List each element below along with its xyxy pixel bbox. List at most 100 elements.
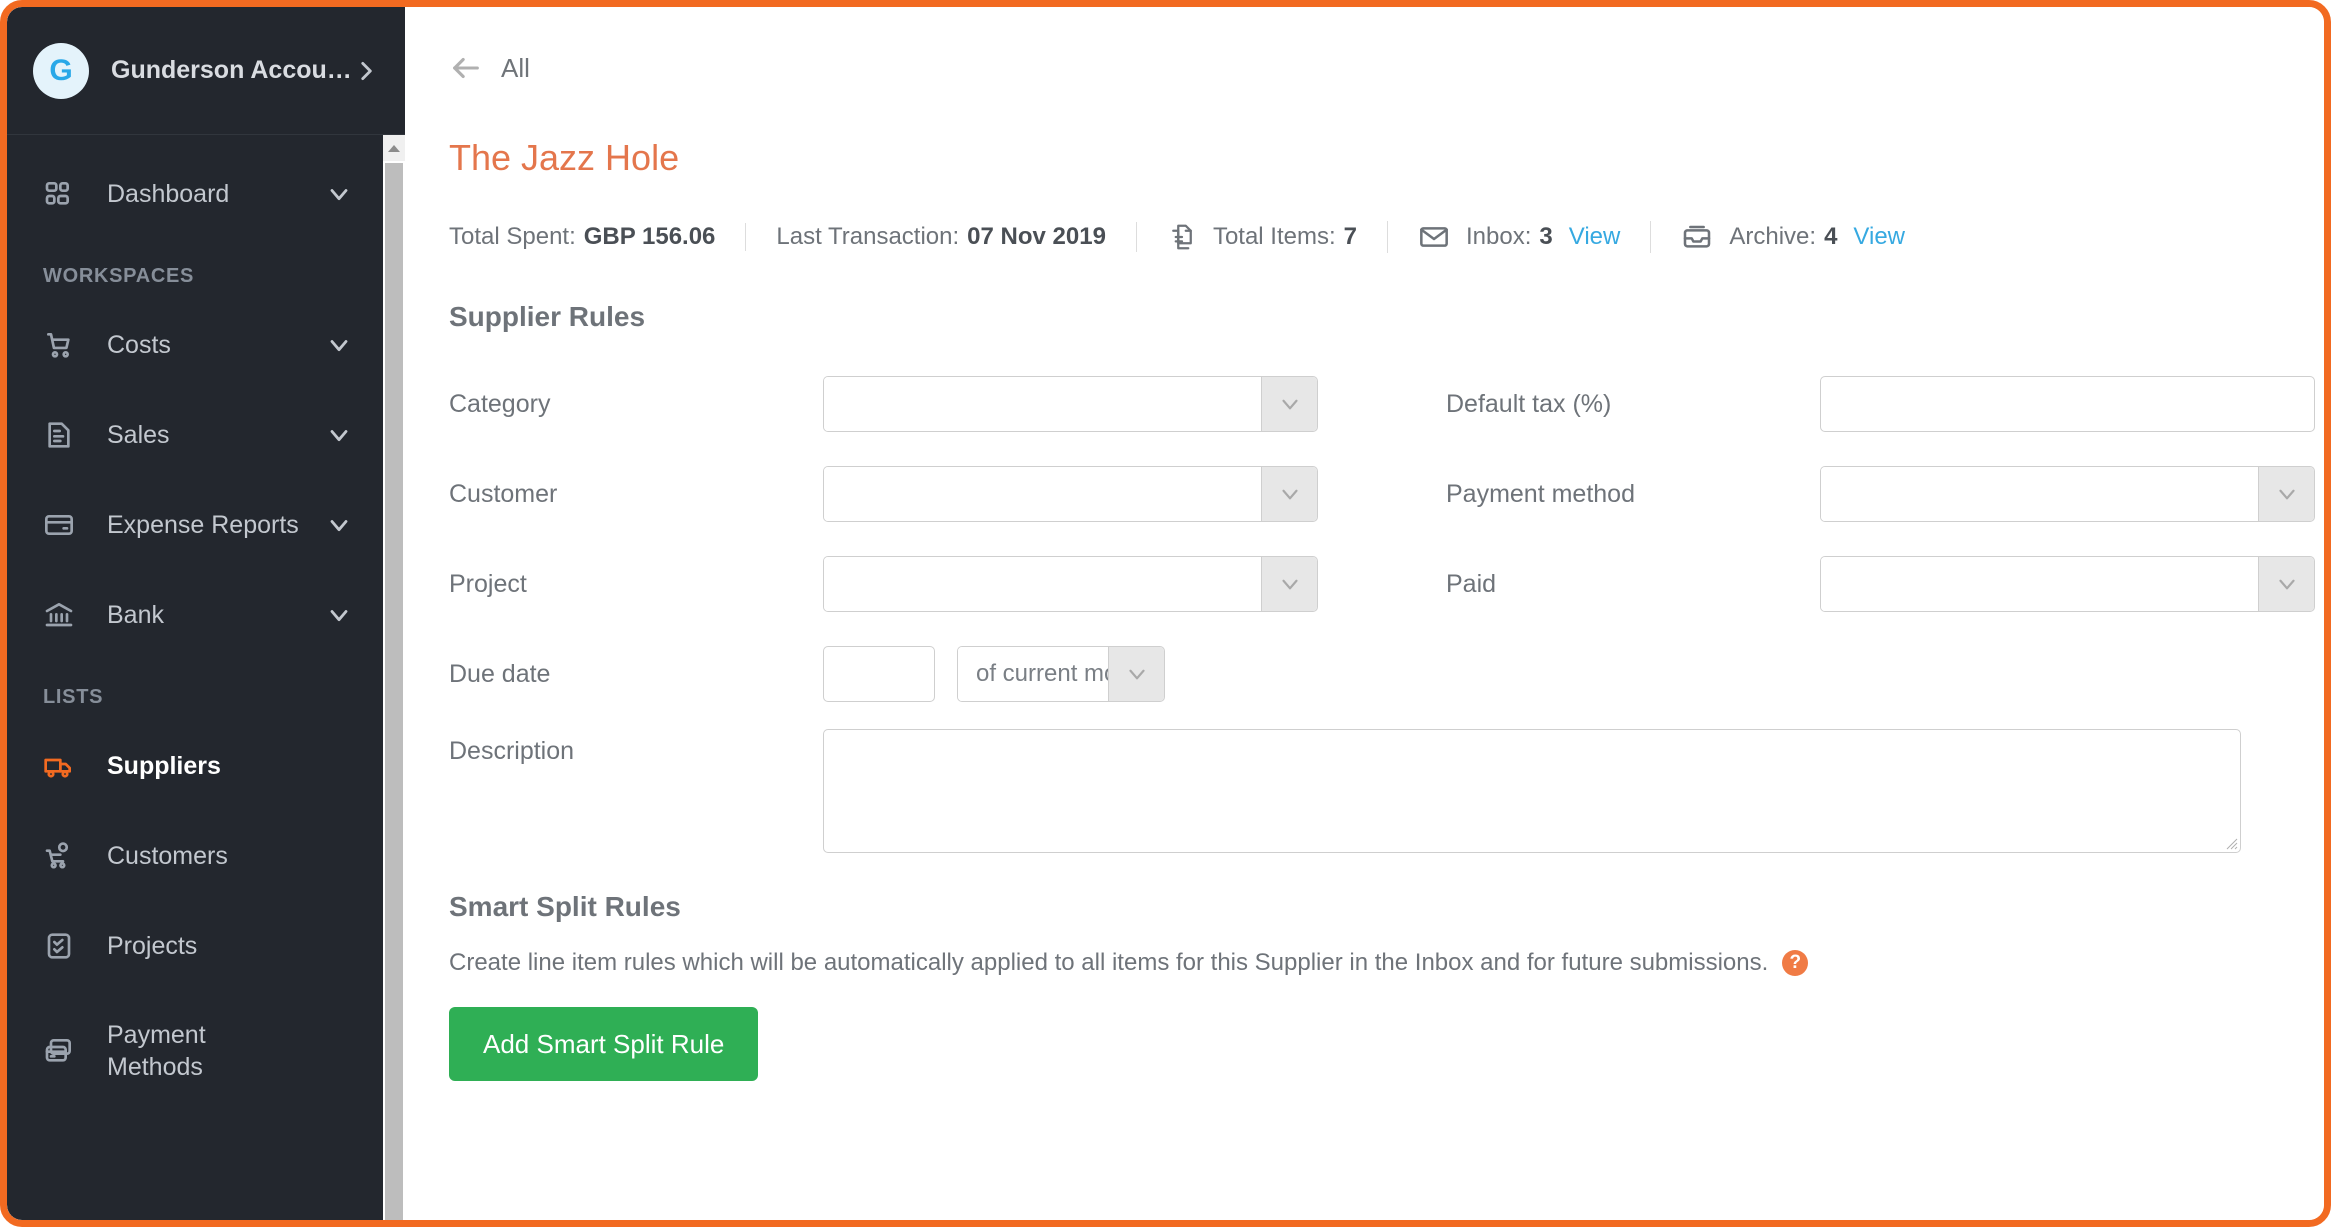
breadcrumb-label: All (501, 52, 530, 83)
sidebar-item-label: Payment Methods (107, 1021, 206, 1081)
resize-handle-icon[interactable] (2222, 834, 2238, 850)
stat-value: GBP 156.06 (583, 223, 716, 250)
sidebar-item-customers[interactable]: Customers (7, 811, 379, 901)
due-date-period-value: of current month (958, 647, 1108, 701)
stat-value: 3 (1539, 223, 1553, 250)
stat-total-spent: Total Spent: GBP 156.06 (449, 223, 745, 251)
payment-method-select-value (1821, 467, 2258, 521)
sidebar-item-label: Suppliers (107, 751, 221, 780)
scrollbar-thumb[interactable] (385, 163, 403, 1220)
chevron-down-icon (2258, 467, 2314, 521)
chevron-right-icon (353, 58, 379, 84)
sidebar-item-label: Dashboard (107, 179, 230, 208)
label-description: Description (449, 737, 575, 765)
org-name: Gunderson Accou… (111, 56, 352, 84)
stat-label: Total Items: (1212, 223, 1336, 250)
category-select[interactable] (823, 376, 1318, 432)
label-paid: Paid (1446, 570, 1497, 598)
sidebar-item-bank[interactable]: Bank (7, 570, 379, 660)
due-date-day-input[interactable] (823, 646, 935, 702)
sidebar-item-suppliers[interactable]: Suppliers (7, 721, 379, 811)
sidebar-item-label: Sales (107, 420, 170, 449)
invoice-document-icon (43, 419, 83, 451)
delivery-truck-icon (43, 750, 83, 782)
chevron-down-icon (1261, 467, 1317, 521)
smart-split-heading: Smart Split Rules (449, 891, 681, 922)
org-switcher[interactable]: G Gunderson Accou… (7, 7, 405, 135)
sidebar-item-label: Projects (107, 931, 198, 960)
label-project: Project (449, 570, 527, 598)
stat-value: 7 (1343, 223, 1358, 250)
clipboard-check-icon (43, 930, 83, 962)
sidebar-item-label: Bank (107, 600, 164, 629)
chevron-down-icon[interactable] (325, 180, 353, 208)
archive-view-link[interactable]: View (1853, 223, 1905, 251)
sidebar-item-label: Expense Reports (107, 510, 299, 539)
default-tax-input[interactable] (1820, 376, 2315, 432)
due-date-period-select[interactable]: of current month (957, 646, 1165, 702)
dashboard-grid-icon (43, 178, 83, 210)
sidebar-item-sales[interactable]: Sales (7, 390, 379, 480)
sidebar-item-label: Costs (107, 330, 171, 359)
documents-stack-icon (1167, 222, 1197, 252)
sidebar-scrollbar[interactable] (383, 135, 405, 1220)
stat-label: Total Spent: (449, 223, 576, 250)
label-payment-method: Payment method (1446, 480, 1635, 508)
browser-frame: G Gunderson Accou… Dashboard WORKSPACES (0, 0, 2331, 1227)
sidebar-item-expense-reports[interactable]: Expense Reports (7, 480, 379, 570)
chevron-down-icon[interactable] (325, 601, 353, 629)
stat-archive: Archive: 4 View (1650, 221, 1935, 253)
sidebar-nav: Dashboard WORKSPACES Costs Sales Expense… (7, 135, 405, 1220)
stat-last-transaction: Last Transaction: 07 Nov 2019 (745, 223, 1136, 251)
inbox-view-link[interactable]: View (1569, 223, 1621, 251)
payment-method-select[interactable] (1820, 466, 2315, 522)
chevron-down-icon (1108, 647, 1164, 701)
chevron-down-icon (2258, 557, 2314, 611)
project-select-value (824, 557, 1261, 611)
payment-cards-icon (43, 1035, 83, 1067)
chevron-down-icon[interactable] (325, 511, 353, 539)
smart-split-description-row: Create line item rules which will be aut… (449, 949, 2324, 977)
stat-value: 07 Nov 2019 (967, 223, 1106, 250)
sidebar: G Gunderson Accou… Dashboard WORKSPACES (7, 7, 405, 1220)
supplier-rules-form: Category Default tax (%) Customer Paymen… (449, 359, 2324, 719)
add-smart-split-rule-button[interactable]: Add Smart Split Rule (449, 1007, 759, 1081)
stat-total-items: Total Items: 7 (1135, 222, 1387, 252)
avatar: G (33, 42, 89, 99)
envelope-icon (1418, 221, 1450, 253)
sidebar-item-label: Customers (107, 841, 228, 870)
project-select[interactable] (823, 556, 1318, 612)
main-content: All The Jazz Hole Total Spent: GBP 156.0… (405, 7, 2324, 1220)
label-category: Category (449, 390, 551, 418)
sidebar-section-workspaces: WORKSPACES (43, 265, 195, 287)
description-row: Description (449, 729, 2324, 853)
sidebar-item-projects[interactable]: Projects (7, 901, 379, 991)
sidebar-item-payment-methods[interactable]: Payment Methods (7, 991, 379, 1111)
breadcrumb-back-all[interactable]: All (405, 7, 530, 85)
chevron-down-icon (1261, 557, 1317, 611)
stat-value: 4 (1824, 223, 1838, 250)
supplier-rules-heading: Supplier Rules (449, 301, 646, 332)
sidebar-item-costs[interactable]: Costs (7, 300, 379, 390)
credit-card-icon (43, 509, 83, 541)
sidebar-item-dashboard[interactable]: Dashboard (7, 149, 379, 239)
smart-split-description: Create line item rules which will be aut… (449, 949, 1769, 976)
label-due-date: Due date (449, 660, 551, 688)
stat-label: Inbox: (1466, 223, 1532, 250)
customer-select[interactable] (823, 466, 1318, 522)
customer-cart-icon (43, 840, 83, 872)
sidebar-section-lists: LISTS (43, 686, 104, 708)
question-mark-circle-icon[interactable]: ? (1782, 950, 1809, 976)
chevron-down-icon[interactable] (325, 331, 353, 359)
label-customer: Customer (449, 480, 558, 508)
page-title: The Jazz Hole (449, 137, 680, 178)
arrow-left-icon (449, 51, 483, 85)
paid-select-value (1821, 557, 2258, 611)
label-default-tax: Default tax (%) (1446, 390, 1612, 418)
stat-label: Last Transaction: (776, 223, 960, 250)
scroll-up-button[interactable] (383, 135, 405, 161)
shopping-cart-icon (43, 329, 83, 361)
chevron-down-icon[interactable] (325, 421, 353, 449)
paid-select[interactable] (1820, 556, 2315, 612)
description-textarea[interactable] (823, 729, 2241, 853)
